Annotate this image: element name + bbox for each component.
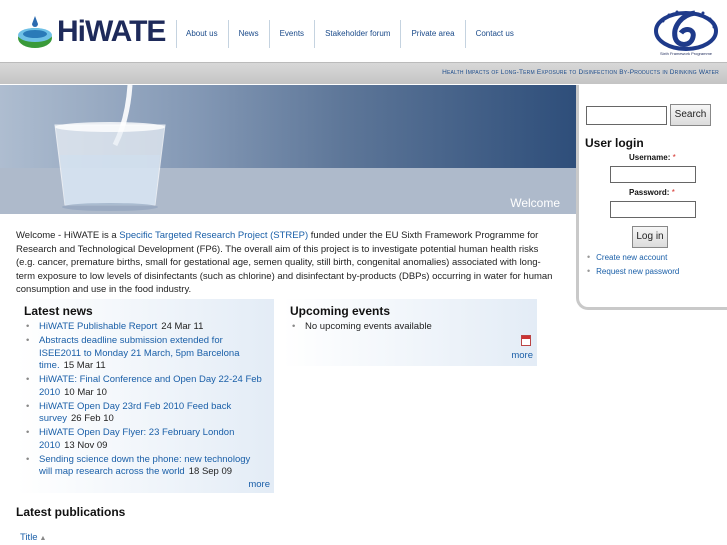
username-field[interactable]: [610, 166, 696, 183]
water-globe-icon: [18, 16, 52, 48]
fp6-caption: Sixth Framework Programme: [659, 51, 712, 56]
search-button[interactable]: Search: [670, 104, 711, 126]
news-date: 10 Mar 10: [64, 386, 107, 398]
news-date: 24 Mar 11: [161, 321, 204, 332]
latest-news-title: Latest news: [24, 304, 93, 318]
water-glass-image: [0, 85, 576, 214]
fp6-logo[interactable]: [651, 7, 721, 57]
nav-events[interactable]: Events: [268, 20, 314, 48]
news-more-link[interactable]: more: [248, 479, 270, 490]
list-item: HiWATE: Final Conference and Open Day 22…: [24, 374, 264, 399]
upcoming-events-title: Upcoming events: [290, 304, 391, 318]
username-label-text: Username:: [629, 153, 671, 162]
publications-title-column-header[interactable]: Title ▲: [20, 532, 46, 543]
news-date: 18 Sep 09: [188, 466, 233, 477]
request-password-link[interactable]: Request new password: [587, 266, 679, 276]
events-more-link[interactable]: more: [511, 350, 533, 361]
news-date: 26 Feb 10: [70, 413, 114, 424]
column-header-label: Title: [20, 532, 38, 543]
sidebar: Search User login Username: * Password: …: [576, 85, 727, 310]
create-account-link[interactable]: Create new account: [587, 252, 667, 262]
hiwate-logo[interactable]: HiWATE: [15, 12, 166, 52]
ical-feed-icon[interactable]: [521, 335, 531, 346]
list-item: Sending science down the phone: new tech…: [24, 454, 264, 479]
required-mark: *: [672, 153, 676, 162]
news-date: 15 Mar 11: [63, 360, 106, 371]
search-input[interactable]: [586, 106, 667, 125]
tagline-bar: Health Impacts of Long-Term Exposure to …: [0, 62, 727, 84]
nav-contact-us[interactable]: Contact us: [464, 20, 524, 48]
news-date: 13 Nov 09: [64, 439, 108, 451]
no-events-text: No upcoming events available: [305, 321, 432, 332]
latest-news-panel: Latest news HiWATE Publishable Report 24 …: [17, 299, 274, 493]
intro-lead: Welcome - HiWATE is a: [16, 230, 120, 241]
nav-news[interactable]: News: [227, 20, 269, 48]
news-list: HiWATE Publishable Report 24 Mar 11 Abstr…: [24, 321, 264, 480]
list-item: HiWATE Open Day Flyer: 23 February Londo…: [24, 427, 264, 452]
events-list: No upcoming events available: [290, 321, 530, 335]
upcoming-events-panel: Upcoming events No upcoming events avail…: [283, 299, 537, 366]
hero-caption: Welcome: [510, 196, 560, 210]
nav-private-area[interactable]: Private area: [400, 20, 464, 48]
main-nav: About us News Events Stakeholder forum P…: [176, 20, 524, 48]
password-label-text: Password:: [629, 188, 670, 197]
latest-publications-title: Latest publications: [16, 505, 126, 519]
login-button[interactable]: Log in: [632, 226, 668, 248]
username-label: Username: *: [629, 153, 676, 162]
site-header: HiWATE About us News Events Stakeholder …: [0, 0, 727, 62]
list-item: HiWATE Open Day 23rd Feb 2010 Feed back …: [24, 401, 264, 426]
required-mark: *: [671, 188, 675, 197]
intro-text: Welcome - HiWATE is a Specific Targeted …: [16, 229, 554, 297]
password-field[interactable]: [610, 201, 696, 218]
password-label: Password: *: [629, 188, 675, 197]
site-tagline: Health Impacts of Long-Term Exposure to …: [442, 69, 719, 76]
nav-stakeholder-forum[interactable]: Stakeholder forum: [314, 20, 400, 48]
logo-text: HiWATE: [57, 15, 166, 48]
hero-banner: Welcome: [0, 85, 576, 214]
sort-arrow-icon: ▲: [37, 535, 47, 542]
news-link[interactable]: HiWATE Publishable Report: [39, 321, 157, 332]
nav-about-us[interactable]: About us: [176, 20, 228, 48]
list-item: Abstracts deadline submission extended f…: [24, 335, 264, 373]
login-title: User login: [585, 136, 644, 150]
news-link[interactable]: HiWATE Open Day 23rd Feb 2010 Feed back …: [39, 401, 231, 425]
list-item: No upcoming events available: [290, 321, 530, 334]
strep-link[interactable]: Specific Targeted Research Project (STRE…: [119, 230, 308, 241]
list-item: HiWATE Publishable Report 24 Mar 11: [24, 321, 264, 334]
